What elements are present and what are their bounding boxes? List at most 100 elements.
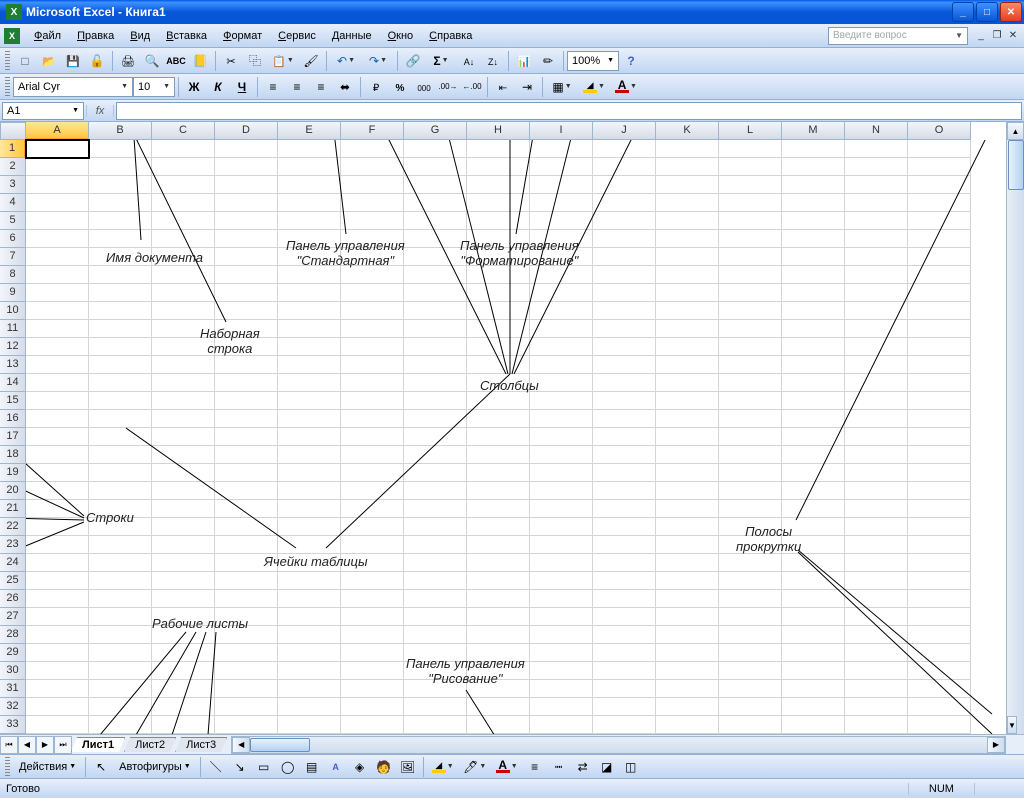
row-header[interactable]: 9 [0, 284, 26, 302]
cell[interactable] [908, 338, 971, 356]
align-center-button[interactable] [286, 76, 308, 98]
cell[interactable] [89, 500, 152, 518]
cell[interactable] [719, 536, 782, 554]
cell[interactable] [215, 140, 278, 158]
bold-button[interactable]: Ж [183, 76, 205, 98]
cell[interactable] [845, 482, 908, 500]
menu-item[interactable]: Окно [380, 28, 422, 44]
cell[interactable] [908, 554, 971, 572]
zoom-box[interactable]: 100%▼ [567, 51, 619, 71]
cell[interactable] [593, 356, 656, 374]
cell[interactable] [152, 410, 215, 428]
cell[interactable] [215, 446, 278, 464]
cell[interactable] [89, 230, 152, 248]
cell[interactable] [656, 518, 719, 536]
cell[interactable] [467, 302, 530, 320]
cell[interactable] [278, 500, 341, 518]
textbox-button[interactable]: ▤ [301, 756, 323, 778]
cell[interactable] [341, 266, 404, 284]
shadow-button[interactable]: ◪ [596, 756, 618, 778]
cell[interactable] [89, 626, 152, 644]
tab-first-button[interactable]: ⏮ [0, 736, 18, 754]
cell[interactable] [593, 194, 656, 212]
cell[interactable] [530, 536, 593, 554]
cell[interactable] [719, 572, 782, 590]
cell[interactable] [278, 176, 341, 194]
oval-button[interactable]: ◯ [277, 756, 299, 778]
cell[interactable] [341, 698, 404, 716]
cell[interactable] [845, 176, 908, 194]
cell[interactable] [467, 536, 530, 554]
row-header[interactable]: 12 [0, 338, 26, 356]
row-header[interactable]: 15 [0, 392, 26, 410]
column-header[interactable]: N [845, 122, 908, 140]
cell[interactable] [26, 716, 89, 734]
cell[interactable] [530, 500, 593, 518]
cell[interactable] [215, 698, 278, 716]
cell[interactable] [530, 608, 593, 626]
cell[interactable] [89, 194, 152, 212]
cell[interactable] [593, 374, 656, 392]
column-header[interactable]: G [404, 122, 467, 140]
cell[interactable] [467, 140, 530, 158]
column-header[interactable]: K [656, 122, 719, 140]
cell[interactable] [404, 266, 467, 284]
cell[interactable] [278, 608, 341, 626]
cell[interactable] [152, 608, 215, 626]
cell[interactable] [467, 356, 530, 374]
cell[interactable] [908, 302, 971, 320]
cell[interactable] [25, 139, 90, 159]
cell[interactable] [908, 230, 971, 248]
cell[interactable] [404, 230, 467, 248]
cell[interactable] [404, 500, 467, 518]
cell[interactable] [530, 644, 593, 662]
cell[interactable] [215, 194, 278, 212]
cell[interactable] [593, 320, 656, 338]
cell[interactable] [341, 536, 404, 554]
row-header[interactable]: 26 [0, 590, 26, 608]
cell[interactable] [215, 248, 278, 266]
cell[interactable] [278, 320, 341, 338]
cell[interactable] [404, 356, 467, 374]
cell[interactable] [908, 248, 971, 266]
cell[interactable] [530, 176, 593, 194]
cell[interactable] [278, 284, 341, 302]
cell[interactable] [215, 680, 278, 698]
cell[interactable] [278, 338, 341, 356]
cell[interactable] [593, 302, 656, 320]
cell[interactable] [593, 626, 656, 644]
row-header[interactable]: 33 [0, 716, 26, 734]
cell[interactable] [656, 230, 719, 248]
cell[interactable] [278, 590, 341, 608]
cell[interactable] [593, 662, 656, 680]
cell[interactable] [26, 608, 89, 626]
row-header[interactable]: 29 [0, 644, 26, 662]
cell[interactable] [278, 230, 341, 248]
cell[interactable] [152, 446, 215, 464]
cell[interactable] [782, 338, 845, 356]
cell[interactable] [467, 464, 530, 482]
cell[interactable] [593, 464, 656, 482]
cell[interactable] [152, 194, 215, 212]
line-button[interactable]: ＼ [205, 756, 227, 778]
cell[interactable] [341, 680, 404, 698]
cell[interactable] [845, 230, 908, 248]
cell[interactable] [782, 230, 845, 248]
cell[interactable] [656, 662, 719, 680]
cell[interactable] [467, 212, 530, 230]
cell[interactable] [593, 608, 656, 626]
menu-item[interactable]: Данные [324, 28, 380, 44]
cell[interactable] [404, 338, 467, 356]
cell[interactable] [404, 212, 467, 230]
cell[interactable] [467, 518, 530, 536]
cell[interactable] [908, 698, 971, 716]
cell[interactable] [152, 698, 215, 716]
cell[interactable] [26, 680, 89, 698]
cell[interactable] [530, 554, 593, 572]
cell[interactable] [530, 320, 593, 338]
cell[interactable] [719, 446, 782, 464]
cell[interactable] [845, 338, 908, 356]
row-header[interactable]: 3 [0, 176, 26, 194]
cell[interactable] [593, 176, 656, 194]
line-color-button[interactable]: 🖊▼ [460, 756, 490, 778]
